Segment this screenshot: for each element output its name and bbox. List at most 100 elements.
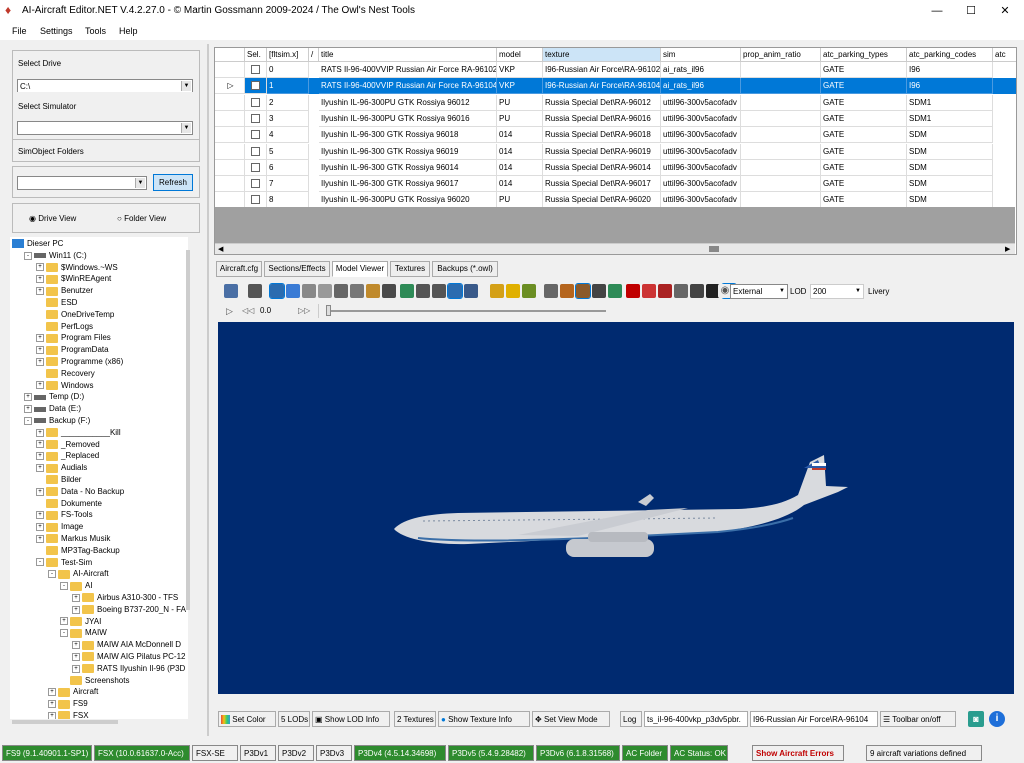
- grid-header-model[interactable]: model: [497, 48, 543, 62]
- scroll-right-icon[interactable]: ▶: [1005, 245, 1010, 253]
- expand-icon[interactable]: +: [36, 487, 44, 496]
- tree-node[interactable]: - AI: [60, 580, 93, 592]
- expand-icon[interactable]: +: [36, 381, 44, 390]
- chevron-down-icon[interactable]: ▼: [855, 285, 861, 298]
- expand-icon[interactable]: +: [72, 641, 80, 650]
- expand-icon[interactable]: +: [36, 334, 44, 343]
- table-row[interactable]: ▷ 1 RATS Il-96-400VVIP Russian Air Force R…: [215, 78, 1016, 95]
- minimize-icon[interactable]: —: [920, 0, 954, 22]
- tree-node[interactable]: PerfLogs: [36, 321, 93, 333]
- row-checkbox[interactable]: [251, 130, 260, 140]
- set-color-button[interactable]: Set Color: [218, 711, 276, 727]
- grid-hscrollbar[interactable]: ◀ ▶: [215, 243, 1015, 254]
- grid-header-title[interactable]: title: [319, 48, 497, 62]
- tree-node[interactable]: + FSX: [48, 710, 89, 719]
- red-icon[interactable]: [626, 284, 640, 298]
- close-icon[interactable]: ✕: [988, 0, 1022, 22]
- grid-icon[interactable]: [269, 283, 285, 299]
- tab-aircraft-cfg[interactable]: Aircraft.cfg: [216, 261, 262, 277]
- livery-label[interactable]: Livery: [868, 287, 889, 296]
- folder-view-radio[interactable]: ○ Folder View: [117, 214, 166, 223]
- grid-header-texture[interactable]: texture: [543, 48, 661, 62]
- target-icon[interactable]: [642, 284, 656, 298]
- box-icon[interactable]: [350, 284, 364, 298]
- tree-icon[interactable]: [608, 284, 622, 298]
- gear-icon-aircraft[interactable]: [447, 283, 463, 299]
- folder-view-icon[interactable]: [366, 284, 380, 298]
- tree-node[interactable]: + JYAI: [60, 616, 101, 628]
- plane-icon[interactable]: [432, 284, 446, 298]
- tree-node[interactable]: + Aircraft: [48, 686, 98, 698]
- expand-icon[interactable]: +: [48, 711, 56, 719]
- row-checkbox[interactable]: [251, 97, 260, 107]
- tree-node[interactable]: + _Removed: [36, 439, 100, 451]
- expand-icon[interactable]: +: [48, 688, 56, 697]
- expand-icon[interactable]: +: [36, 263, 44, 272]
- tree-node[interactable]: + MAIW AIA McDonnell D: [72, 639, 181, 651]
- tree-node[interactable]: + $WinREAgent: [36, 273, 111, 285]
- tree-node[interactable]: + _Replaced: [36, 450, 99, 462]
- folder-tree[interactable]: Dieser PC - Win11 (C:) + $Windows.~WS + $WinRE…: [10, 237, 188, 719]
- expand-icon[interactable]: +: [72, 664, 80, 673]
- collapse-icon[interactable]: -: [36, 558, 44, 567]
- checker-icon[interactable]: [674, 284, 688, 298]
- tree-node[interactable]: + $Windows.~WS: [36, 262, 118, 274]
- frame-icon[interactable]: [382, 284, 396, 298]
- cube-icon[interactable]: [560, 284, 574, 298]
- fast-forward-icon[interactable]: ▷▷: [298, 306, 310, 315]
- tree-node[interactable]: + Airbus A310-300 - TFS: [72, 592, 178, 604]
- table-row[interactable]: 2 Ilyushin IL-96-300PU GTK Rossiya 96012 P…: [215, 94, 1016, 111]
- expand-icon[interactable]: +: [36, 511, 44, 520]
- row-checkbox[interactable]: [251, 65, 260, 74]
- link-icon[interactable]: [302, 284, 316, 298]
- tab-sections-effects[interactable]: Sections/Effects: [264, 261, 330, 277]
- chevron-down-icon[interactable]: ▼: [181, 81, 191, 91]
- cursor-icon[interactable]: [248, 284, 262, 298]
- tab-backups[interactable]: Backups (*.owl): [432, 261, 498, 277]
- tree-node[interactable]: + Boeing B737-200_N - FA: [72, 604, 186, 616]
- collapse-icon[interactable]: -: [60, 629, 68, 638]
- light-icon[interactable]: [490, 284, 504, 298]
- menu-tools[interactable]: Tools: [85, 26, 106, 36]
- table-row[interactable]: 5 Ilyushin IL-96-300 GTK Rossiya 96019 014…: [215, 143, 1016, 160]
- tree-node[interactable]: + MAIW AIG Pilatus PC-12: [72, 651, 185, 663]
- strip-icon[interactable]: [416, 284, 430, 298]
- expand-icon[interactable]: +: [36, 523, 44, 532]
- grid-header-propanimratio[interactable]: prop_anim_ratio: [741, 48, 821, 62]
- tree-node[interactable]: - Test-Sim: [36, 557, 92, 569]
- collapse-icon[interactable]: -: [60, 582, 68, 591]
- tree-node[interactable]: + RATS Ilyushin Il-96 (P3D: [72, 663, 185, 675]
- ground-icon[interactable]: [400, 284, 414, 298]
- wood-icon[interactable]: [575, 283, 591, 299]
- animation-slider-thumb[interactable]: [326, 305, 331, 316]
- tab-textures[interactable]: Textures: [390, 261, 430, 277]
- tree-node[interactable]: + FS-Tools: [36, 509, 93, 521]
- show-aircraft-errors-button[interactable]: Show Aircraft Errors: [752, 745, 844, 761]
- drive-select[interactable]: C:\ ▼: [17, 79, 193, 93]
- chevron-down-icon[interactable]: ▼: [181, 123, 191, 133]
- expand-icon[interactable]: +: [72, 605, 80, 614]
- menu-settings[interactable]: Settings: [40, 26, 73, 36]
- tree-node[interactable]: ESD: [36, 297, 77, 309]
- row-checkbox[interactable]: [251, 113, 260, 123]
- maximize-icon[interactable]: ☐: [954, 0, 988, 22]
- reflect-icon[interactable]: [658, 284, 672, 298]
- expand-icon[interactable]: +: [36, 346, 44, 355]
- view-mode-select[interactable]: External ▼: [730, 284, 788, 299]
- refresh-button[interactable]: Refresh: [153, 174, 193, 191]
- simulator-select[interactable]: ▼: [17, 121, 193, 135]
- expand-icon[interactable]: +: [36, 534, 44, 543]
- scroll-thumb[interactable]: [709, 246, 719, 252]
- show-lod-info-button[interactable]: ▣ Show LOD Info: [312, 711, 390, 727]
- tree-node[interactable]: + ___________Kill: [36, 427, 121, 439]
- info-icon[interactable]: i: [989, 711, 1005, 727]
- texture-icon[interactable]: [522, 284, 536, 298]
- tree-scrollbar[interactable]: [186, 250, 190, 610]
- sphere-icon[interactable]: [592, 284, 606, 298]
- zoom-extents-icon[interactable]: [224, 284, 238, 298]
- chevron-down-icon[interactable]: ▼: [135, 178, 145, 188]
- tree-node[interactable]: + Program Files: [36, 332, 111, 344]
- table-row[interactable]: 3 Ilyushin IL-96-300PU GTK Rossiya 96016 P…: [215, 110, 1016, 127]
- grid-header-fltsimx[interactable]: [fltsim.x]: [267, 48, 309, 62]
- bulb-icon[interactable]: [506, 284, 520, 298]
